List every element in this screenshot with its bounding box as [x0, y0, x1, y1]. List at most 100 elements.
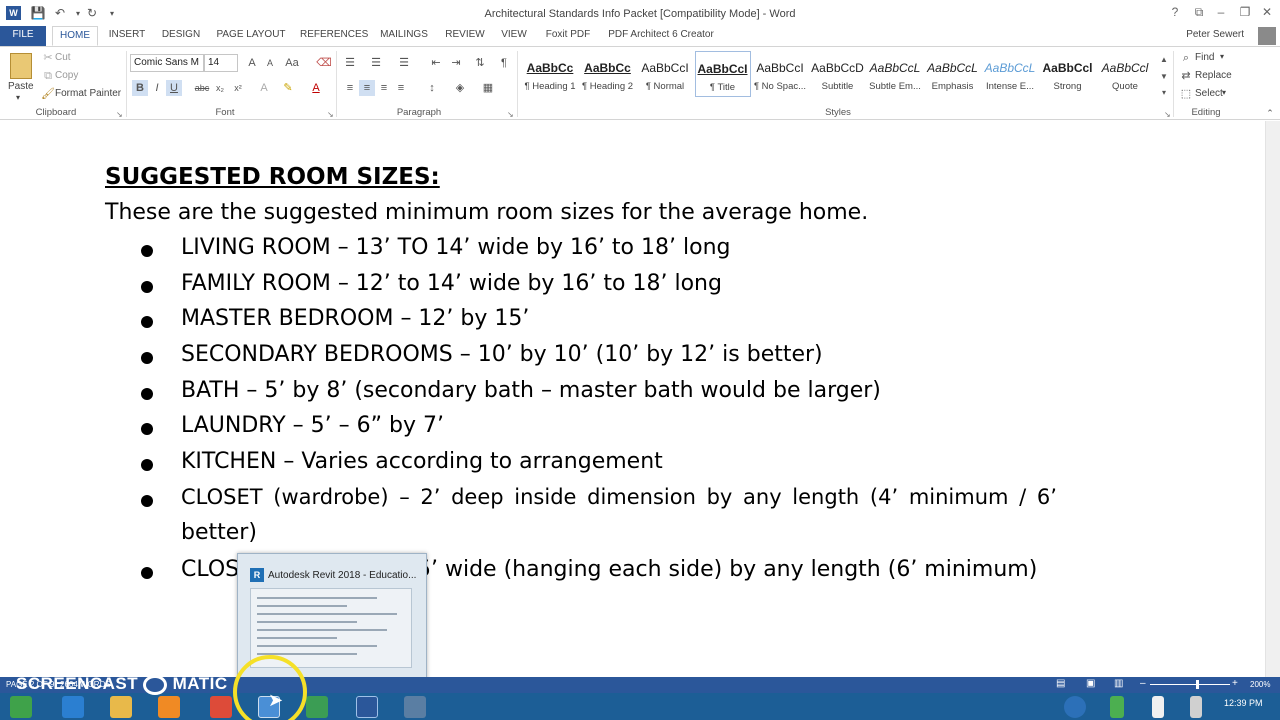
text-effects-icon[interactable]: A [256, 80, 272, 96]
web-layout-icon[interactable]: ▥ [1114, 678, 1123, 689]
find-button[interactable]: Find [1195, 52, 1214, 63]
increase-indent-icon[interactable]: ⇥ [448, 55, 464, 71]
borders-icon[interactable]: ▦ [480, 80, 496, 96]
print-layout-icon[interactable]: ▣ [1086, 678, 1095, 689]
cut-button[interactable]: Cut [55, 52, 71, 63]
style-item[interactable]: AaBbCcl Quote [1097, 51, 1153, 97]
paste-button[interactable]: Paste [8, 81, 34, 92]
style-item[interactable]: AaBbCcL Intense E... [982, 51, 1038, 97]
decrease-indent-icon[interactable]: ⇤ [428, 55, 444, 71]
style-item[interactable]: AaBbCcL Emphasis [925, 51, 981, 97]
collapse-ribbon-icon[interactable]: ⌃ [1262, 105, 1278, 121]
tab-mailings[interactable]: MAILINGS [376, 26, 432, 46]
network-icon[interactable] [1152, 696, 1164, 718]
style-item[interactable]: AaBbCcl Strong [1040, 51, 1096, 97]
tray-icon[interactable] [1110, 696, 1124, 718]
superscript-icon[interactable]: x² [230, 80, 246, 96]
restore-button[interactable]: ❐ [1236, 5, 1254, 19]
paste-dropdown-icon[interactable]: ▾ [16, 93, 20, 102]
app-icon[interactable] [306, 696, 328, 718]
internet-explorer-icon[interactable] [62, 696, 84, 718]
tab-pdf-architect[interactable]: PDF Architect 6 Creator [604, 26, 718, 46]
paragraph-dialog-launcher-icon[interactable]: ↘ [507, 110, 514, 119]
zoom-slider[interactable] [1150, 684, 1230, 685]
shrink-font-icon[interactable]: A [262, 55, 278, 71]
select-icon[interactable]: ⬚ [1178, 86, 1194, 102]
scissors-icon[interactable]: ✂ [40, 50, 56, 66]
clipboard-dialog-launcher-icon[interactable]: ↘ [116, 110, 123, 119]
grow-font-icon[interactable]: A [244, 55, 260, 71]
avatar[interactable] [1258, 27, 1276, 45]
font-name-dropdown[interactable]: Comic Sans M [130, 54, 204, 72]
bullets-icon[interactable]: ☰ [342, 55, 358, 71]
highlight-icon[interactable]: ✎ [280, 80, 296, 96]
vertical-scrollbar[interactable] [1265, 121, 1280, 677]
style-item[interactable]: AaBbCcD Subtitle [810, 51, 866, 97]
align-left-icon[interactable]: ≡ [342, 80, 358, 96]
ribbon-display-options-button[interactable]: ⧉ [1190, 5, 1208, 20]
select-dropdown-icon[interactable]: ▾ [1222, 88, 1226, 97]
justify-icon[interactable]: ≡ [393, 80, 409, 96]
bold-icon[interactable]: B [132, 80, 148, 96]
style-item[interactable]: AaBbCcI ¶ No Spac... [752, 51, 808, 97]
style-item[interactable]: AaBbCcI ¶ Normal [637, 51, 693, 97]
replace-icon[interactable]: ⇄ [1178, 68, 1194, 84]
tab-page-layout[interactable]: PAGE LAYOUT [214, 26, 288, 46]
find-icon[interactable]: ⌕ [1178, 50, 1194, 66]
screen-capture-icon[interactable] [404, 696, 426, 718]
style-item[interactable]: AaBbCcI ¶ Title [694, 51, 751, 97]
italic-icon[interactable]: I [149, 80, 165, 96]
copy-button[interactable]: Copy [55, 70, 78, 81]
tab-insert[interactable]: INSERT [104, 26, 150, 46]
tab-design[interactable]: DESIGN [158, 26, 204, 46]
user-name[interactable]: Peter Sewert [1186, 29, 1244, 40]
styles-dialog-launcher-icon[interactable]: ↘ [1164, 110, 1171, 119]
underline-icon[interactable]: U [166, 80, 182, 96]
read-mode-icon[interactable]: ▤ [1056, 678, 1065, 689]
help-tray-icon[interactable] [1064, 696, 1086, 718]
styles-scroll-down-icon[interactable]: ▼ [1156, 69, 1172, 85]
tab-home[interactable]: HOME [52, 26, 98, 46]
find-dropdown-icon[interactable]: ▾ [1220, 52, 1224, 61]
styles-scroll-up-icon[interactable]: ▲ [1156, 52, 1172, 68]
tab-view[interactable]: VIEW [496, 26, 532, 46]
font-color-icon[interactable]: A [308, 80, 324, 96]
style-item[interactable]: AaBbCcL Subtle Em... [867, 51, 923, 97]
replace-button[interactable]: Replace [1195, 70, 1232, 81]
zoom-level[interactable]: 200% [1250, 680, 1270, 689]
strikethrough-icon[interactable]: abc [194, 80, 210, 96]
line-spacing-icon[interactable]: ↕ [424, 80, 440, 96]
copy-icon[interactable]: ⧉ [40, 68, 56, 84]
style-item[interactable]: AaBbCc ¶ Heading 1 [522, 51, 578, 97]
format-painter-button[interactable]: Format Painter [55, 88, 121, 99]
select-button[interactable]: Select [1195, 88, 1223, 99]
shading-icon[interactable]: ◈ [452, 80, 468, 96]
media-player-icon[interactable] [158, 696, 180, 718]
word-taskbar-icon[interactable] [356, 696, 378, 718]
zoom-in-icon[interactable]: + [1232, 678, 1238, 689]
font-dialog-launcher-icon[interactable]: ↘ [327, 110, 334, 119]
tab-foxit-pdf[interactable]: Foxit PDF [542, 26, 594, 46]
numbering-icon[interactable]: ☰ [368, 55, 384, 71]
chrome-icon[interactable] [210, 696, 232, 718]
font-size-dropdown[interactable]: 14 [204, 54, 238, 72]
zoom-out-icon[interactable]: – [1140, 678, 1146, 689]
sort-icon[interactable]: ⇅ [472, 55, 488, 71]
start-icon[interactable] [10, 696, 32, 718]
paste-icon[interactable] [10, 53, 32, 79]
align-right-icon[interactable]: ≡ [376, 80, 392, 96]
close-button[interactable]: ✕ [1258, 5, 1276, 19]
file-explorer-icon[interactable] [110, 696, 132, 718]
format-painter-icon[interactable]: 🖌 [40, 86, 56, 102]
tab-review[interactable]: REVIEW [442, 26, 488, 46]
multilevel-list-icon[interactable]: ☰ [396, 55, 412, 71]
show-formatting-marks-icon[interactable]: ¶ [496, 55, 512, 71]
tab-file[interactable]: FILE [0, 26, 46, 46]
tab-references[interactable]: REFERENCES [298, 26, 368, 46]
clock[interactable]: 12:39 PM [1224, 698, 1263, 708]
volume-icon[interactable] [1190, 696, 1202, 718]
minimize-button[interactable]: – [1212, 5, 1230, 19]
help-button[interactable]: ? [1166, 5, 1184, 19]
zoom-slider-thumb[interactable] [1196, 680, 1199, 689]
styles-more-icon[interactable]: ▾ [1156, 85, 1172, 101]
